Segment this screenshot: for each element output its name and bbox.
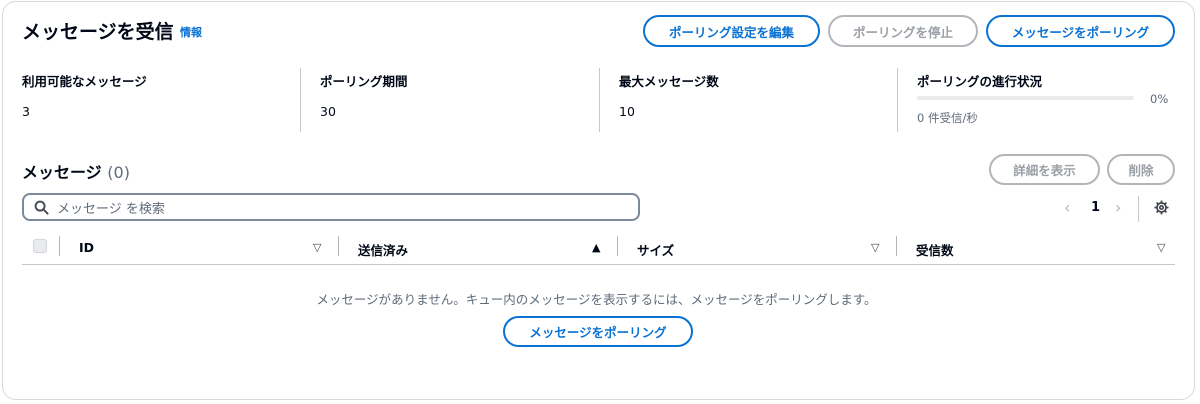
column-separator (896, 236, 897, 256)
available-messages-label: 利用可能なメッセージ (22, 74, 147, 89)
column-header-id[interactable]: ID (79, 240, 94, 255)
chevron-right-icon[interactable]: › (1115, 198, 1121, 217)
search-placeholder: メッセージ を検索 (57, 201, 165, 217)
column-header-size[interactable]: サイズ (637, 240, 674, 259)
messages-count: (0) (107, 163, 130, 182)
gear-icon[interactable] (1153, 199, 1170, 216)
column-separator (617, 236, 618, 256)
available-messages-value: 3 (22, 104, 30, 119)
max-messages-value: 10 (619, 104, 635, 119)
select-all-checkbox[interactable] (33, 239, 47, 253)
sort-icon[interactable]: ▽ (871, 241, 879, 254)
sort-icon[interactable]: ▽ (313, 241, 321, 254)
sort-icon[interactable]: ▽ (1157, 241, 1165, 254)
page-title: メッセージを受信 (22, 21, 174, 43)
edit-polling-settings-button[interactable]: ポーリング設定を編集 (643, 15, 820, 47)
column-separator (338, 236, 339, 256)
messages-title: メッセージ (22, 163, 102, 182)
table-header-divider (22, 264, 1175, 265)
empty-state-message: メッセージがありません。キュー内のメッセージを表示するには、メッセージをポーリン… (316, 292, 877, 307)
search-icon (34, 200, 49, 215)
polling-progress-label: ポーリングの進行状況 (917, 74, 1043, 89)
pager-divider (1138, 196, 1139, 222)
stat-divider (599, 68, 600, 132)
poll-messages-button[interactable]: メッセージをポーリング (986, 15, 1175, 47)
search-input[interactable]: メッセージ を検索 (22, 193, 640, 221)
page-number[interactable]: 1 (1091, 200, 1100, 215)
messages-heading: メッセージ (0) (22, 159, 130, 183)
column-header-receive-count[interactable]: 受信数 (916, 240, 954, 259)
polling-duration-value: 30 (320, 104, 336, 119)
empty-state-poll-messages-button[interactable]: メッセージをポーリング (503, 316, 693, 347)
view-details-button[interactable]: 詳細を表示 (989, 154, 1100, 185)
polling-progress-percent: 0% (1150, 92, 1169, 106)
chevron-left-icon[interactable]: ‹ (1064, 198, 1070, 217)
column-header-sent[interactable]: 送信済み (358, 240, 408, 259)
polling-progress-bar (917, 96, 1134, 100)
stat-divider (300, 68, 301, 132)
polling-progress-description: 0 件受信/秒 (917, 111, 978, 125)
max-messages-label: 最大メッセージ数 (619, 74, 719, 89)
polling-duration-label: ポーリング期間 (320, 74, 408, 89)
sort-icon[interactable]: ▲ (592, 241, 600, 254)
stop-polling-button[interactable]: ポーリングを停止 (828, 15, 978, 47)
stat-divider (897, 68, 898, 132)
column-separator (59, 236, 60, 256)
delete-button[interactable]: 削除 (1107, 154, 1175, 185)
info-link[interactable]: 情報 (180, 24, 202, 40)
